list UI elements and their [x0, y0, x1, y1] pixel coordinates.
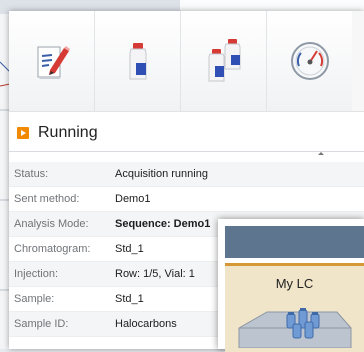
- sample-bottle-icon: [129, 43, 146, 80]
- row-label: Sample ID:: [14, 318, 69, 330]
- row-value: Halocarbons: [115, 318, 177, 330]
- instrument-status-button[interactable]: [267, 11, 352, 111]
- document-pencil-icon: [37, 46, 70, 79]
- row-value: Sequence: Demo1: [115, 218, 211, 230]
- row-value: Acquisition running: [115, 168, 208, 180]
- row-label: Injection:: [14, 268, 59, 280]
- row-label: Chromatogram:: [14, 243, 91, 255]
- row-label: Analysis Mode:: [14, 218, 89, 230]
- instrument-card-header: [225, 226, 364, 258]
- toolbar: [9, 11, 364, 112]
- row-value: Row: 1/5, Vial: 1: [115, 268, 195, 280]
- table-header-bar[interactable]: [9, 151, 364, 160]
- instrument-name: My LC: [275, 276, 314, 291]
- vial-tray-icon: [238, 308, 352, 348]
- gauge-icon: [290, 42, 329, 80]
- single-run-button[interactable]: [95, 11, 181, 111]
- row-value: Demo1: [115, 193, 151, 205]
- table-row: Status: Acquisition running: [9, 162, 364, 187]
- instrument-card-body: My LC: [225, 263, 364, 352]
- sequence-run-button[interactable]: [181, 11, 267, 111]
- section-title: Running: [38, 124, 98, 141]
- multiple-bottles-icon: [208, 39, 240, 82]
- row-value: Std_1: [115, 243, 144, 255]
- status-section-header: Running: [17, 121, 98, 145]
- table-row: Sent method: Demo1: [9, 187, 364, 212]
- row-label: Status:: [14, 168, 49, 180]
- row-label: Sent method:: [14, 193, 80, 205]
- row-label: Sample:: [14, 293, 55, 305]
- sequence-editor-button[interactable]: [9, 11, 95, 111]
- sort-up-icon: [318, 152, 324, 155]
- instrument-card[interactable]: My LC: [218, 219, 364, 352]
- running-icon: [17, 127, 29, 139]
- row-value: Std_1: [115, 293, 144, 305]
